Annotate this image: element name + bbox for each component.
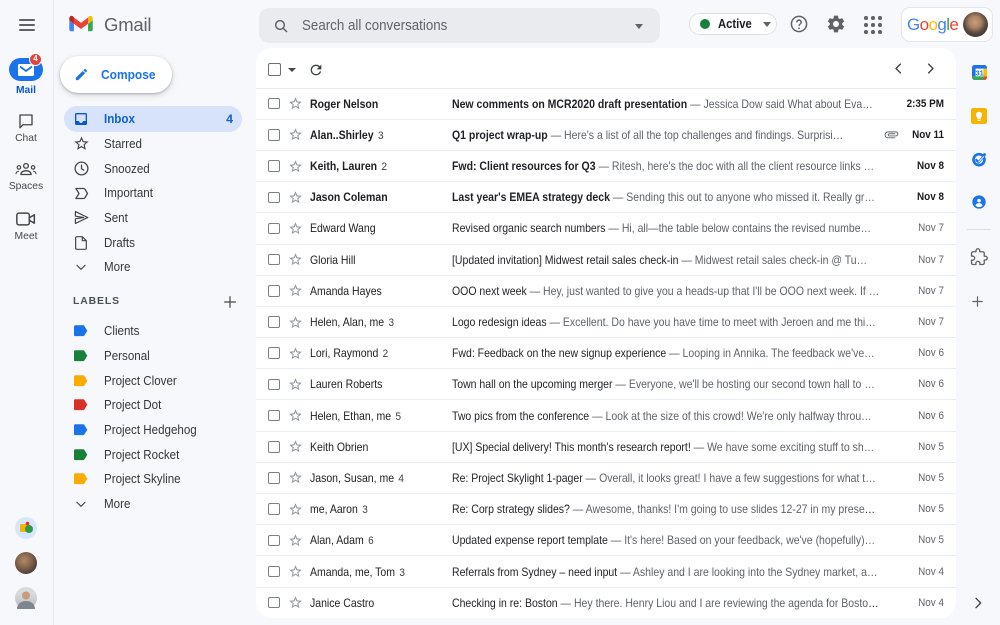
svg-text:31: 31: [975, 68, 983, 77]
